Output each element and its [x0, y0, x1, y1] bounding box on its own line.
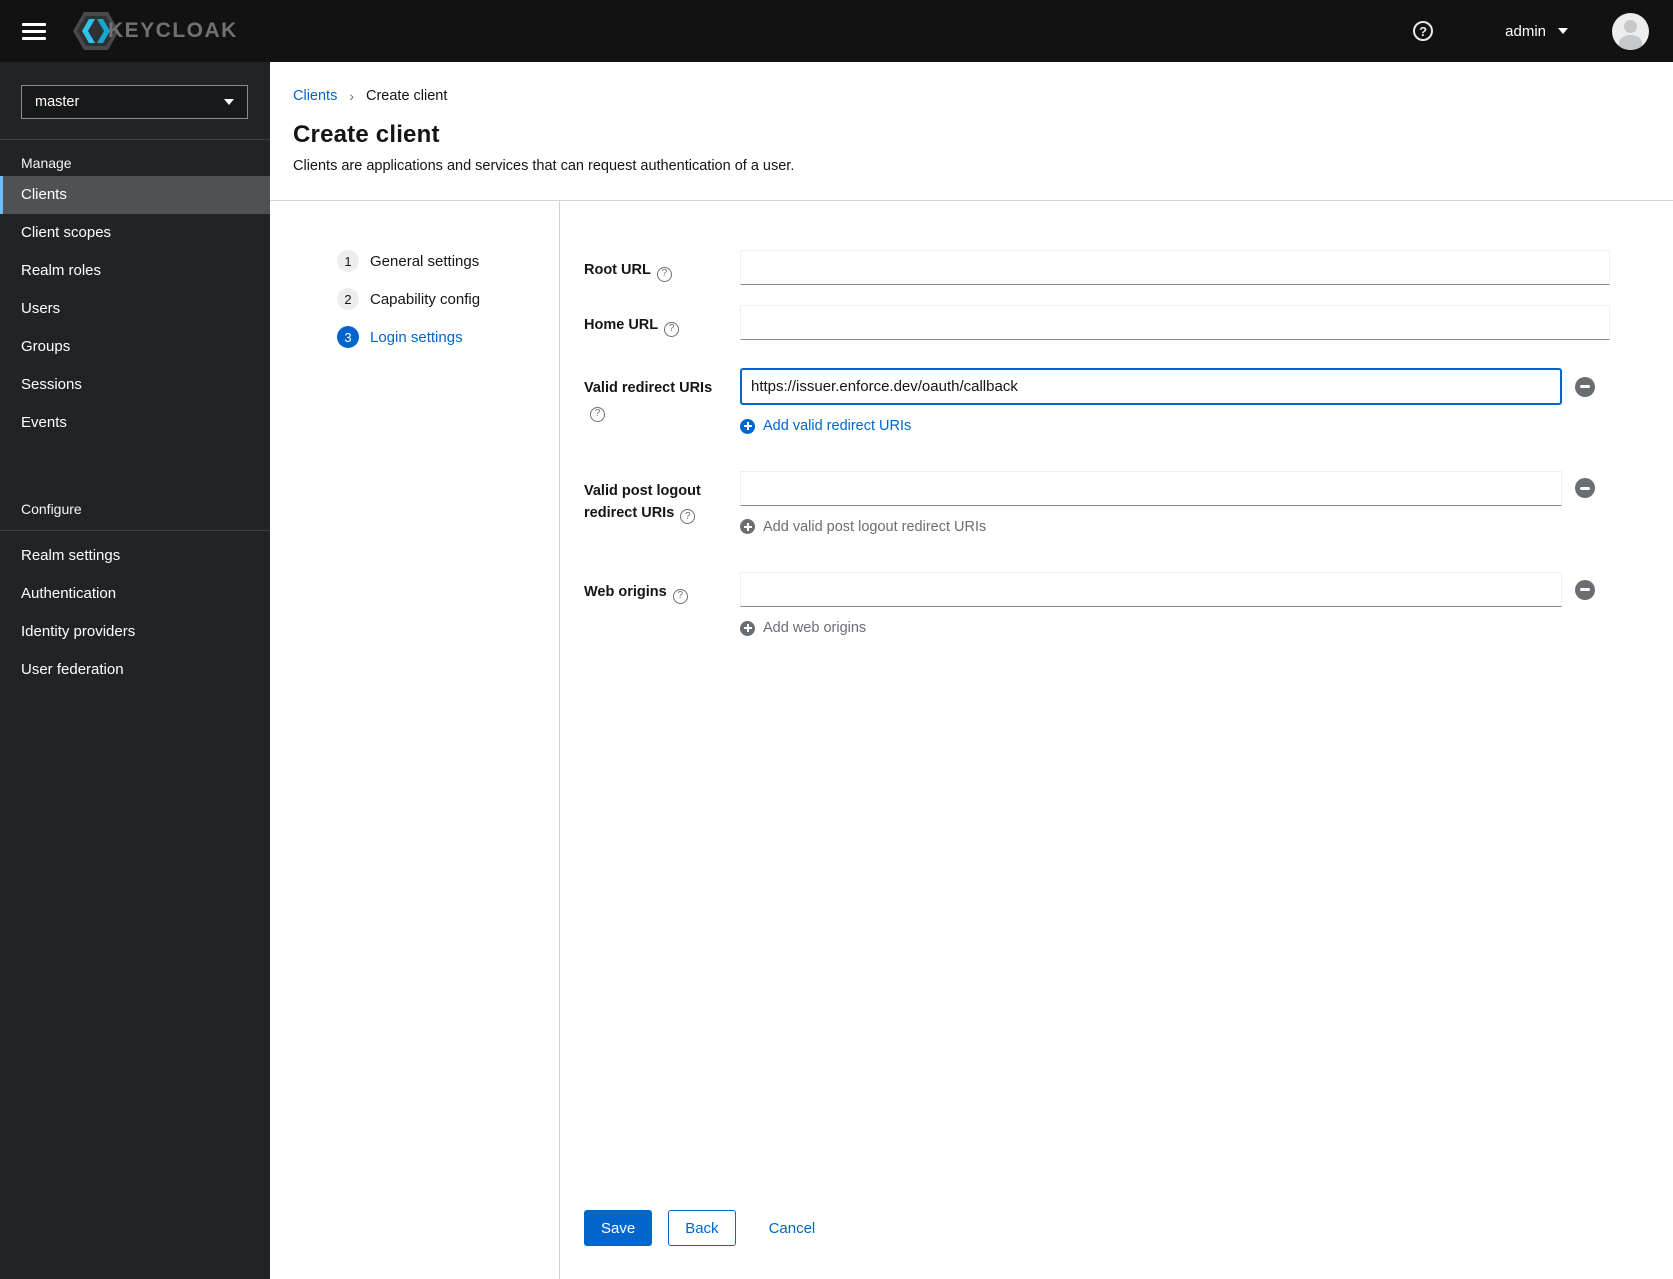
plus-circle-icon [740, 418, 755, 434]
keycloak-logo[interactable]: KEYCLOAK [72, 10, 238, 52]
nav-toggle-hamburger-icon[interactable] [22, 19, 46, 44]
avatar[interactable] [1612, 12, 1649, 50]
masthead: KEYCLOAK admin [0, 0, 1673, 62]
login-settings-form: Root URL Home URL [560, 201, 1673, 1279]
main-content: Clients Create client Create client Clie… [270, 62, 1673, 1279]
question-circle-icon[interactable] [680, 509, 696, 524]
sidebar: master Manage Clients Client scopes Real… [0, 62, 270, 1279]
field-valid-redirect-uris: Valid redirect URIs Add valid redirect U… [584, 368, 1610, 439]
step-label: Login settings [370, 328, 463, 346]
field-label: Web origins [584, 572, 740, 604]
field-web-origins: Web origins Add web origins [584, 572, 1610, 641]
page-header: Clients Create client Create client Clie… [270, 62, 1673, 201]
field-label-text: Web origins [584, 584, 667, 600]
realm-selector-value: master [35, 94, 80, 110]
plus-circle-icon [740, 620, 755, 636]
home-url-input[interactable] [740, 305, 1610, 340]
question-circle-icon[interactable] [590, 406, 605, 422]
page-subtitle: Clients are applications and services th… [293, 158, 795, 174]
sidebar-item-realm-settings[interactable]: Realm settings [0, 537, 270, 575]
nav-section-manage: Manage Clients Client scopes Realm roles… [0, 140, 270, 442]
field-label: Valid redirect URIs [584, 368, 740, 422]
breadcrumb-current: Create client [366, 88, 448, 104]
add-post-logout-redirect-uris-button[interactable]: Add valid post logout redirect URIs [740, 519, 986, 535]
nav-section-title: Manage [21, 155, 72, 171]
field-label: Root URL [584, 250, 740, 282]
username: admin [1505, 22, 1546, 40]
question-circle-icon[interactable] [672, 588, 688, 604]
question-circle-icon[interactable] [664, 321, 680, 337]
web-origins-input[interactable] [740, 572, 1562, 607]
add-valid-redirect-uris-button[interactable]: Add valid redirect URIs [740, 418, 911, 434]
field-home-url: Home URL [584, 305, 1610, 340]
masthead-actions: admin [1413, 12, 1649, 50]
field-label-text: Root URL [584, 262, 651, 278]
valid-redirect-uri-input[interactable] [740, 368, 1562, 405]
user-dropdown[interactable]: admin [1505, 23, 1568, 40]
field-label: Valid post logout redirect URIs [584, 471, 740, 524]
add-link-label: Add web origins [763, 620, 867, 636]
add-web-origins-button[interactable]: Add web origins [740, 620, 866, 636]
sidebar-item-client-scopes[interactable]: Client scopes [0, 214, 270, 252]
step-label: General settings [370, 252, 480, 270]
breadcrumb: Clients Create client [293, 88, 1641, 104]
add-link-label: Add valid post logout redirect URIs [763, 518, 987, 535]
back-button[interactable]: Back [668, 1210, 736, 1246]
realm-selector[interactable]: master [21, 85, 248, 119]
save-button[interactable]: Save [584, 1210, 653, 1246]
remove-post-logout-uri-minus-circle-icon[interactable] [1575, 478, 1595, 498]
cancel-button[interactable]: Cancel [769, 1210, 816, 1246]
field-valid-post-logout-redirect-uris: Valid post logout redirect URIs Add vali… [584, 470, 1610, 540]
breadcrumb-clients-link[interactable]: Clients [293, 88, 337, 104]
help-icon[interactable] [1413, 21, 1434, 41]
sidebar-item-identity-providers[interactable]: Identity providers [0, 613, 270, 651]
remove-redirect-uri-minus-circle-icon[interactable] [1575, 376, 1595, 397]
nav-section-divider [0, 530, 270, 531]
breadcrumb-chevron-icon [349, 88, 354, 104]
page-title: Create client [293, 121, 440, 148]
wizard-step-capability-config[interactable]: 2 Capability config [337, 288, 559, 310]
remove-web-origin-minus-circle-icon[interactable] [1575, 579, 1595, 600]
sidebar-item-authentication[interactable]: Authentication [0, 575, 270, 613]
chevron-down-icon [224, 99, 234, 105]
wizard-nav: 1 General settings 2 Capability config 3… [270, 201, 560, 1279]
step-number: 1 [337, 250, 359, 272]
sidebar-item-user-federation[interactable]: User federation [0, 651, 270, 689]
chevron-down-icon [1558, 28, 1568, 34]
post-logout-redirect-uri-input[interactable] [740, 470, 1562, 506]
step-number: 2 [337, 288, 359, 310]
root-url-input[interactable] [740, 250, 1610, 285]
field-label-text: Home URL [584, 317, 659, 333]
sidebar-item-clients[interactable]: Clients [0, 176, 270, 214]
sidebar-item-users[interactable]: Users [0, 290, 270, 328]
field-label-text: Valid redirect URIs [584, 380, 713, 396]
keycloak-admin-console: KEYCLOAK admin master Manage Clients [0, 0, 1673, 1279]
step-label: Capability config [370, 290, 481, 308]
field-root-url: Root URL [584, 250, 1610, 285]
sidebar-item-realm-roles[interactable]: Realm roles [0, 252, 270, 290]
form-actions: Save Back Cancel [584, 1210, 1610, 1279]
question-circle-icon[interactable] [656, 266, 672, 282]
sidebar-item-events[interactable]: Events [0, 404, 270, 442]
nav-section-configure: Configure Realm settings Authentication … [0, 486, 270, 689]
sidebar-item-groups[interactable]: Groups [0, 328, 270, 366]
sidebar-item-sessions[interactable]: Sessions [0, 366, 270, 404]
nav-section-title: Configure [21, 501, 82, 517]
wizard-step-login-settings[interactable]: 3 Login settings [337, 326, 559, 348]
step-number: 3 [337, 326, 359, 348]
add-link-label: Add valid redirect URIs [763, 418, 912, 434]
plus-circle-icon [740, 519, 755, 534]
brand-wordmark: KEYCLOAK [108, 19, 238, 42]
wizard-step-general-settings[interactable]: 1 General settings [337, 250, 559, 272]
field-label: Home URL [584, 305, 740, 337]
